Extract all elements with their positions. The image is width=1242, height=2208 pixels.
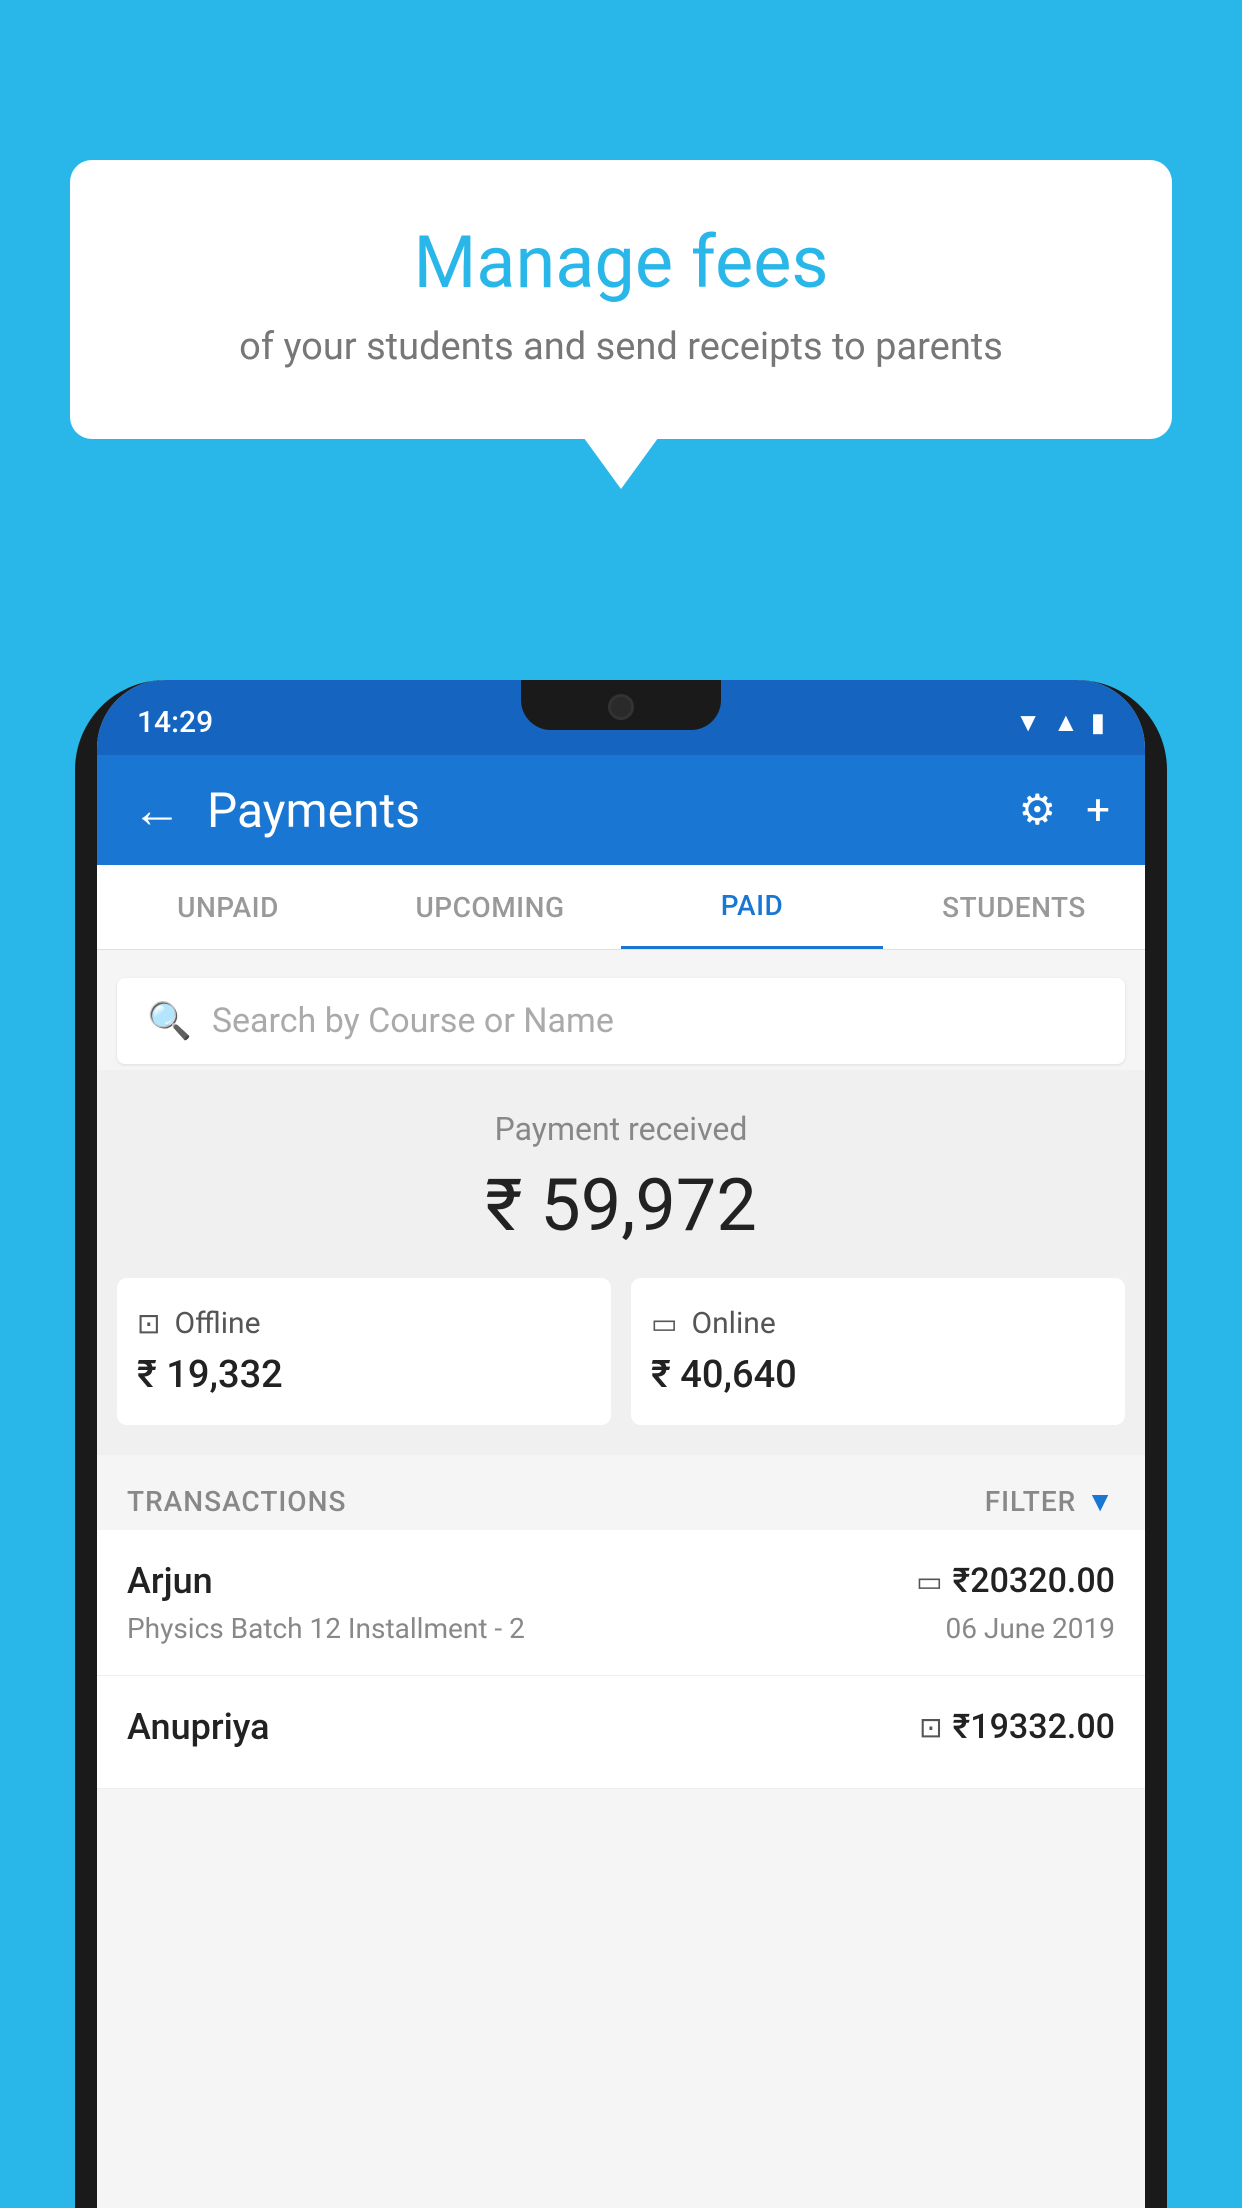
search-icon: 🔍	[147, 1000, 192, 1042]
tab-unpaid[interactable]: UNPAID	[97, 865, 359, 949]
transaction-course: Physics Batch 12 Installment - 2	[127, 1612, 525, 1645]
phone-screen: 14:29 ▼ ▲ ▮ ← Payments ⚙ + UNPAID UPCOMI…	[97, 680, 1145, 2208]
online-payment-card: ▭ Online ₹ 40,640	[631, 1278, 1125, 1425]
search-input[interactable]: Search by Course or Name	[212, 1001, 614, 1041]
offline-label: Offline	[174, 1306, 260, 1341]
transaction-list: Arjun ▭ ₹20320.00 Physics Batch 12 Insta…	[97, 1530, 1145, 1789]
offline-icon: ⊡	[137, 1307, 160, 1340]
status-time: 14:29	[137, 705, 213, 740]
signal-icon: ▲	[1053, 707, 1079, 738]
add-icon[interactable]: +	[1086, 786, 1110, 835]
search-container: 🔍 Search by Course or Name	[97, 960, 1145, 1082]
offline-amount: ₹ 19,332	[137, 1353, 591, 1397]
search-bar[interactable]: 🔍 Search by Course or Name	[117, 978, 1125, 1064]
tab-students[interactable]: STUDENTS	[883, 865, 1145, 949]
offline-card-header: ⊡ Offline	[137, 1306, 591, 1341]
tab-bar: UNPAID UPCOMING PAID STUDENTS	[97, 865, 1145, 950]
payment-type-icon: ⊡	[919, 1711, 942, 1744]
table-row[interactable]: Arjun ▭ ₹20320.00 Physics Batch 12 Insta…	[97, 1530, 1145, 1676]
tab-paid[interactable]: PAID	[621, 865, 883, 949]
payment-total-amount: ₹ 59,972	[117, 1163, 1125, 1248]
online-card-header: ▭ Online	[651, 1306, 1105, 1341]
transaction-amount-wrap: ⊡ ₹19332.00	[919, 1707, 1115, 1747]
table-row[interactable]: Anupriya ⊡ ₹19332.00	[97, 1676, 1145, 1789]
header-actions: ⚙ +	[1019, 785, 1111, 835]
phone-frame: 14:29 ▼ ▲ ▮ ← Payments ⚙ + UNPAID UPCOMI…	[75, 680, 1167, 2208]
speech-bubble-subtitle: of your students and send receipts to pa…	[120, 325, 1122, 369]
transaction-name: Anupriya	[127, 1706, 270, 1748]
transaction-amount: ₹20320.00	[953, 1561, 1115, 1601]
phone-notch	[521, 680, 721, 730]
back-button[interactable]: ←	[132, 781, 182, 840]
payment-received-label: Payment received	[117, 1110, 1125, 1148]
settings-icon[interactable]: ⚙	[1019, 785, 1057, 835]
online-icon: ▭	[651, 1307, 677, 1340]
payment-type-icon: ▭	[916, 1565, 942, 1598]
transaction-date: 06 June 2019	[945, 1612, 1115, 1645]
speech-bubble: Manage fees of your students and send re…	[70, 160, 1172, 439]
transaction-row-top: Anupriya ⊡ ₹19332.00	[127, 1706, 1115, 1748]
transaction-amount-wrap: ▭ ₹20320.00	[916, 1561, 1115, 1601]
wifi-icon: ▼	[1015, 707, 1041, 738]
app-header: ← Payments ⚙ +	[97, 755, 1145, 865]
speech-bubble-title: Manage fees	[120, 220, 1122, 305]
battery-icon: ▮	[1091, 708, 1105, 738]
status-icons: ▼ ▲ ▮	[1015, 707, 1105, 738]
transactions-label: TRANSACTIONS	[127, 1485, 346, 1518]
online-label: Online	[691, 1306, 775, 1341]
payment-cards: ⊡ Offline ₹ 19,332 ▭ Online ₹ 40,640	[117, 1278, 1125, 1425]
filter-button[interactable]: FILTER ▼	[985, 1485, 1115, 1518]
payment-summary: Payment received ₹ 59,972 ⊡ Offline ₹ 19…	[97, 1070, 1145, 1455]
transaction-row-top: Arjun ▭ ₹20320.00	[127, 1560, 1115, 1602]
tab-upcoming[interactable]: UPCOMING	[359, 865, 621, 949]
transaction-name: Arjun	[127, 1560, 213, 1602]
transaction-row-bottom: Physics Batch 12 Installment - 2 06 June…	[127, 1612, 1115, 1645]
phone-camera	[608, 694, 634, 720]
page-title: Payments	[207, 782, 1019, 839]
online-amount: ₹ 40,640	[651, 1353, 1105, 1397]
filter-label: FILTER	[985, 1485, 1077, 1518]
offline-payment-card: ⊡ Offline ₹ 19,332	[117, 1278, 611, 1425]
transaction-amount: ₹19332.00	[953, 1707, 1115, 1747]
filter-icon: ▼	[1086, 1485, 1115, 1518]
